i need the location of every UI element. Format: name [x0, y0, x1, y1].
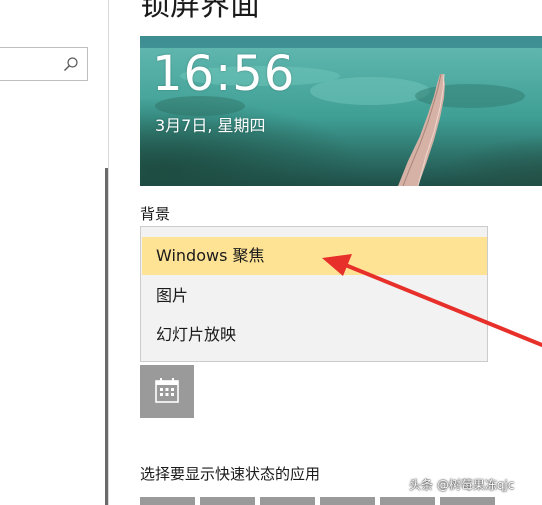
calendar-icon	[155, 378, 179, 403]
option-picture[interactable]: 图片	[142, 277, 487, 315]
search-icon[interactable]	[63, 56, 79, 72]
quick-status-slot-6[interactable]	[440, 497, 495, 505]
background-dropdown-list[interactable]: Windows 聚焦 图片 幻灯片放映	[140, 226, 488, 362]
quick-status-heading: 选择要显示快速状态的应用	[140, 465, 321, 483]
navigation-pane	[0, 0, 109, 505]
settings-window: 锁屏界面 16:56 3月7日, 星期四 背景 Windows 聚焦 图片 幻灯…	[0, 0, 542, 505]
option-windows-spotlight[interactable]: Windows 聚焦	[142, 237, 487, 275]
quick-status-slot-4[interactable]	[320, 497, 375, 505]
lock-screen-preview: 16:56 3月7日, 星期四	[140, 36, 542, 186]
quick-status-slot-5[interactable]	[380, 497, 435, 505]
option-slideshow[interactable]: 幻灯片放映	[142, 316, 487, 354]
quick-status-slot-2[interactable]	[200, 497, 255, 505]
quick-status-slot-3[interactable]	[260, 497, 315, 505]
watermark: 头条 @树莓果冻qjc	[409, 478, 515, 492]
preview-clock-time: 16:56	[152, 46, 296, 102]
search-input[interactable]	[0, 47, 88, 81]
detailed-status-app-button[interactable]	[140, 365, 194, 418]
quick-status-slot-1[interactable]	[140, 497, 195, 505]
preview-date: 3月7日, 星期四	[155, 116, 266, 135]
navigation-scrollbar[interactable]	[105, 168, 108, 505]
background-label: 背景	[140, 205, 171, 223]
page-title: 锁屏界面	[140, 0, 260, 23]
